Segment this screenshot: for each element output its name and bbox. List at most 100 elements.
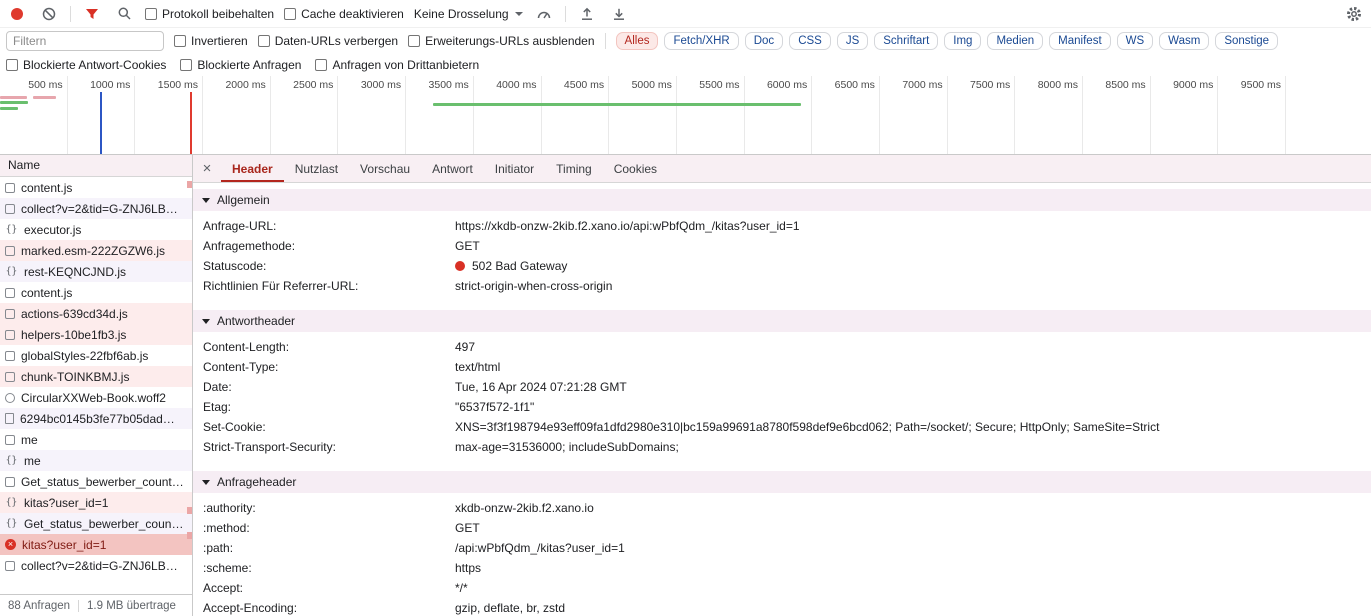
square-icon <box>5 476 15 487</box>
request-row[interactable]: globalStyles-22fbf6ab.js <box>0 345 192 366</box>
request-row[interactable]: content.js <box>0 282 192 303</box>
timeline-tick: 2000 ms <box>203 76 271 154</box>
blocked-requests-checkbox[interactable]: Blockierte Anfragen <box>180 58 301 72</box>
filter-chip-fetch-xhr[interactable]: Fetch/XHR <box>664 32 739 50</box>
square-icon <box>5 560 15 571</box>
section-body: :authority: xkdb-onzw-2kib.f2.xano.io:met… <box>193 493 1371 616</box>
tab-vorschau[interactable]: Vorschau <box>349 155 421 182</box>
details-panel: × Header Nutzlast Vorschau Antwort Initiator… <box>193 155 1371 616</box>
filter-input[interactable] <box>6 31 164 51</box>
checkbox-icon <box>6 59 18 71</box>
filter-chip-css[interactable]: CSS <box>789 32 831 50</box>
request-name: 6294bc0145b3fe77b05dad… <box>20 411 175 426</box>
request-row[interactable]: rest-KEQNCJND.js <box>0 261 192 282</box>
search-button[interactable] <box>113 3 135 25</box>
filter-chip-ws[interactable]: WS <box>1116 32 1154 50</box>
collapse-triangle-icon <box>202 479 210 485</box>
record-button[interactable] <box>6 3 28 25</box>
preserve-log-checkbox[interactable]: Protokoll beibehalten <box>145 7 274 21</box>
request-row[interactable]: marked.esm-222ZGZW6.js <box>0 240 192 261</box>
waterfall-bar <box>33 96 56 99</box>
blocked-response-cookies-checkbox[interactable]: Blockierte Antwort-Cookies <box>6 58 166 72</box>
waterfall-bar <box>433 103 801 106</box>
filter-chip-img[interactable]: Img <box>944 32 982 50</box>
square-icon <box>5 434 15 445</box>
timeline-tick: 1500 ms <box>135 76 204 154</box>
throttling-select[interactable]: Keine Drosselung <box>414 7 523 21</box>
request-row[interactable]: me <box>0 450 192 471</box>
scrollbar-error-mark <box>187 181 192 188</box>
filter-chip-medien[interactable]: Medien <box>987 32 1044 50</box>
section-antwortheader: Antwortheader Content-Length: 497 Content-T… <box>193 310 1371 471</box>
filter-chip-js[interactable]: JS <box>836 32 869 50</box>
request-row[interactable]: kitas?user_id=1 <box>0 492 192 513</box>
braces-icon <box>5 455 18 466</box>
request-name: executor.js <box>24 222 82 237</box>
collapse-triangle-icon <box>202 318 210 324</box>
section-header[interactable]: Anfrageheader <box>193 471 1371 493</box>
request-row[interactable]: actions-639cd34d.js <box>0 303 192 324</box>
header-key: Content-Type: <box>203 360 279 374</box>
request-row[interactable]: content.js <box>0 177 192 198</box>
header-key: :authority: <box>203 501 256 515</box>
hide-data-urls-checkbox[interactable]: Daten-URLs verbergen <box>257 34 398 48</box>
tab-header[interactable]: Header <box>221 155 284 182</box>
request-name: globalStyles-22fbf6ab.js <box>21 348 149 363</box>
tab-antwort[interactable]: Antwort <box>421 155 484 182</box>
disable-cache-checkbox[interactable]: Cache deaktivieren <box>284 7 404 21</box>
filter-chip-sonstige[interactable]: Sonstige <box>1215 32 1279 50</box>
request-row[interactable]: CircularXXWeb-Book.woff2 <box>0 387 192 408</box>
filter-bar: Invertieren Daten-URLs verbergen Erweite… <box>0 28 1371 54</box>
request-row[interactable]: executor.js <box>0 219 192 240</box>
tab-cookies[interactable]: Cookies <box>603 155 668 182</box>
filter-chip-alles[interactable]: Alles <box>615 32 659 50</box>
request-name: kitas?user_id=1 <box>24 495 109 510</box>
request-row[interactable]: me <box>0 429 192 450</box>
clear-button[interactable] <box>38 3 60 25</box>
tab-nutzlast[interactable]: Nutzlast <box>284 155 349 182</box>
tab-timing[interactable]: Timing <box>545 155 603 182</box>
import-har-button[interactable] <box>576 3 598 25</box>
timeline-grid: 500 ms 1000 ms 1500 ms 2000 ms 2500 ms 3000 m… <box>0 76 1371 154</box>
timeline-overview[interactable]: 500 ms 1000 ms 1500 ms 2000 ms 2500 ms 3000 m… <box>0 76 1371 155</box>
request-row[interactable]: chunk-TOINKBMJ.js <box>0 366 192 387</box>
header-key: Statuscode: <box>203 259 267 273</box>
request-row[interactable]: collect?v=2&tid=G-ZNJ6LB… <box>0 198 192 219</box>
header-value: Tue, 16 Apr 2024 07:21:28 GMT <box>455 380 627 394</box>
header-row: Statuscode: 502 Bad Gateway <box>193 256 1371 276</box>
export-har-button[interactable] <box>608 3 630 25</box>
section-header[interactable]: Antwortheader <box>193 310 1371 332</box>
filter-chip-wasm[interactable]: Wasm <box>1159 32 1210 50</box>
timeline-tick-label: 2500 ms <box>293 79 334 91</box>
filter-chip-doc[interactable]: Doc <box>744 32 784 50</box>
blocked-requests-label: Blockierte Anfragen <box>197 58 302 72</box>
filter-toggle-button[interactable] <box>81 3 103 25</box>
timeline-tick: 7000 ms <box>880 76 948 154</box>
hide-extension-urls-checkbox[interactable]: Erweiterungs-URLs ausblenden <box>408 34 595 48</box>
header-value: GET <box>455 239 480 253</box>
request-row[interactable]: Get_status_bewerber_count… <box>0 513 192 534</box>
waterfall-bar <box>0 107 18 110</box>
filter-chip-manifest[interactable]: Manifest <box>1049 32 1111 50</box>
request-row[interactable]: kitas?user_id=1 <box>0 534 192 555</box>
tab-initiator[interactable]: Initiator <box>484 155 545 182</box>
request-row[interactable]: Get_status_bewerber_count… <box>0 471 192 492</box>
section-header[interactable]: Allgemein <box>193 189 1371 211</box>
invert-filter-checkbox[interactable]: Invertieren <box>174 34 248 48</box>
section-allgemein: Allgemein Anfrage-URL: https://xkdb-onzw-2… <box>193 189 1371 310</box>
request-row[interactable]: 6294bc0145b3fe77b05dad… <box>0 408 192 429</box>
filter-chip-schriftart[interactable]: Schriftart <box>874 32 939 50</box>
network-conditions-button[interactable] <box>533 3 555 25</box>
timeline-tick: 8500 ms <box>1083 76 1151 154</box>
column-header-name[interactable]: Name <box>0 155 192 177</box>
header-value: xkdb-onzw-2kib.f2.xano.io <box>455 501 594 515</box>
header-row: :authority: xkdb-onzw-2kib.f2.xano.io <box>193 498 1371 518</box>
settings-button[interactable] <box>1343 3 1365 25</box>
third-party-requests-checkbox[interactable]: Anfragen von Drittanbietern <box>315 58 479 72</box>
request-row[interactable]: helpers-10be1fb3.js <box>0 324 192 345</box>
timeline-tick-label: 1500 ms <box>157 79 199 91</box>
request-row[interactable]: collect?v=2&tid=G-ZNJ6LB… <box>0 555 192 576</box>
header-value: 502 Bad Gateway <box>455 256 1361 276</box>
header-value: max-age=31536000; includeSubDomains; <box>455 440 679 454</box>
close-details-button[interactable]: × <box>193 155 221 182</box>
